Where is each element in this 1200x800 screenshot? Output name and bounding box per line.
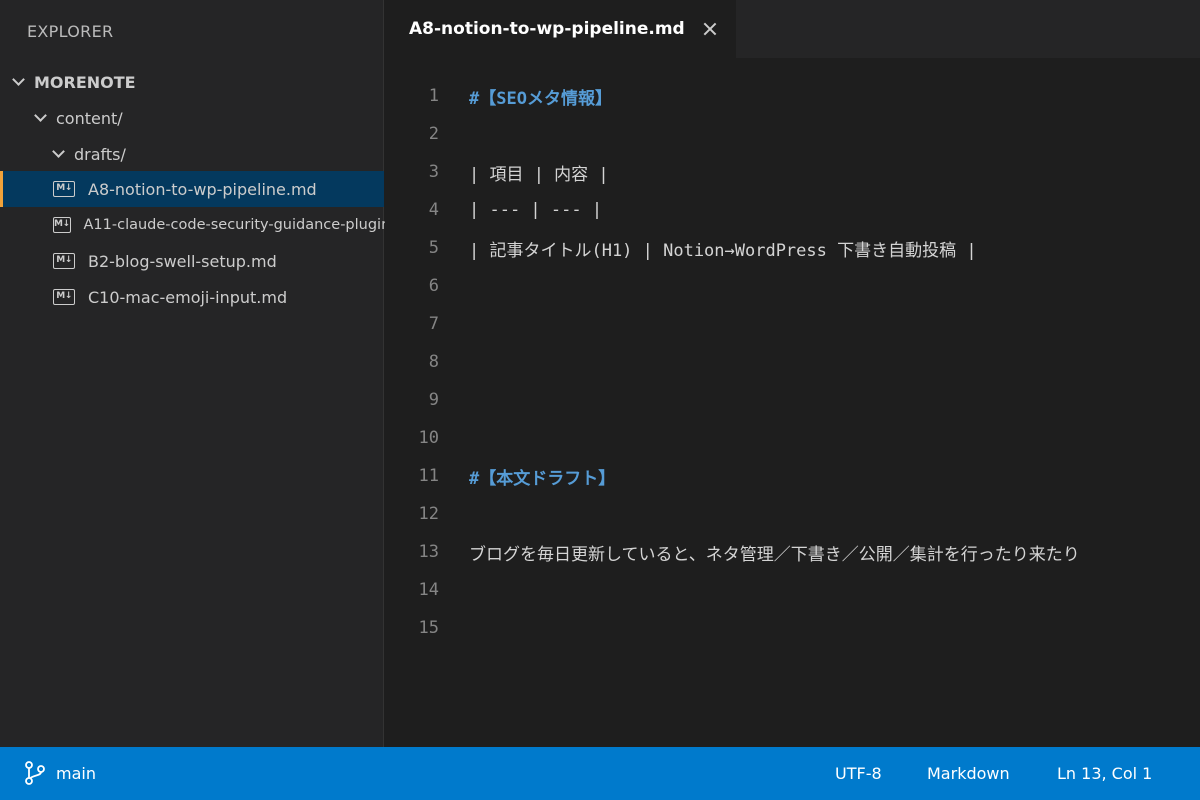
file-label: C10-mac-emoji-input.md [88,287,288,307]
line-number: 7 [428,314,439,334]
line-number: 12 [418,504,439,524]
branch-indicator[interactable]: main [24,760,96,786]
folder-label: drafts/ [74,144,126,164]
line-text: ブログを毎日更新していると、ネタ管理／下書き／公開／集計を行ったり来たり [469,544,1080,565]
line-text: #【本文ドラフト】 [469,468,616,489]
line-number: 6 [428,276,439,296]
editor-line[interactable]: 15 [385,609,1200,647]
line-number: 15 [418,618,439,638]
editor-line[interactable]: 10 [385,419,1200,457]
line-number: 11 [418,466,439,486]
line-text: | 項目 | 内容 | [469,164,609,185]
editor-line[interactable]: 4 | --- | --- | [385,191,1200,229]
line-number: 8 [428,352,439,372]
editor-line[interactable]: 13 ブログを毎日更新していると、ネタ管理／下書き／公開／集計を行ったり来たり [385,533,1200,571]
line-number: 13 [418,542,439,562]
tree-file-item[interactable]: M↓ A11-claude-code-security-guidance-plu… [0,207,418,243]
editor-tab-active[interactable]: A8-notion-to-wp-pipeline.md [385,0,737,58]
line-number: 14 [418,580,439,600]
line-text: | --- | --- | [469,200,603,220]
explorer-sidebar: EXPLORER MORENOTE content/ drafts/ M↓ A8… [0,0,418,747]
line-number: 10 [418,428,439,448]
line-number: 9 [428,390,439,410]
chevron-down-icon [50,145,68,163]
tree-file-item[interactable]: M↓ A8-notion-to-wp-pipeline.md [0,171,384,207]
editor-line[interactable]: 7 [385,305,1200,343]
file-label: A11-claude-code-security-guidance-plugin… [83,217,419,233]
file-label: A8-notion-to-wp-pipeline.md [88,179,317,199]
editor-line[interactable]: 6 [385,267,1200,305]
tree-file-item[interactable]: M↓ B2-blog-swell-setup.md [0,243,384,279]
markdown-file-icon: M↓ [53,253,75,269]
line-text: | 記事タイトル(H1) | Notion→WordPress 下書き自動投稿 … [469,240,977,261]
language-mode[interactable]: Markdown [927,764,1010,783]
encoding-indicator[interactable]: UTF-8 [835,764,882,783]
editor-line[interactable]: 14 [385,571,1200,609]
editor-line[interactable]: 1 #【SEOメタ情報】 [385,77,1200,115]
line-number: 1 [428,86,439,106]
line-number: 4 [428,200,439,220]
editor-pane[interactable]: 1 #【SEOメタ情報】 2 3 | 項目 | 内容 | 4 | --- | --- … [385,58,1200,747]
tab-bar: A8-notion-to-wp-pipeline.md [385,0,1200,58]
editor-line[interactable]: 11 #【本文ドラフト】 [385,457,1200,495]
chevron-down-icon [10,73,28,91]
markdown-file-icon: M↓ [53,217,71,233]
close-icon[interactable] [700,19,720,39]
editor-line[interactable]: 8 [385,343,1200,381]
editor-line[interactable]: 2 [385,115,1200,153]
branch-label: main [56,763,96,783]
tree-root-folder[interactable]: MORENOTE [0,64,384,100]
root-folder-label: MORENOTE [34,72,136,92]
chevron-down-icon [32,109,50,127]
tab-label: A8-notion-to-wp-pipeline.md [409,19,685,39]
explorer-title: EXPLORER [27,22,114,41]
tree-file-item[interactable]: M↓ C10-mac-emoji-input.md [0,279,384,315]
line-text: #【SEOメタ情報】 [469,88,612,109]
editor-line[interactable]: 12 [385,495,1200,533]
line-number: 3 [428,162,439,182]
markdown-file-icon: M↓ [53,289,75,305]
tree-folder-drafts[interactable]: drafts/ [0,136,384,172]
file-label: B2-blog-swell-setup.md [88,251,277,271]
editor-line[interactable]: 9 [385,381,1200,419]
cursor-position[interactable]: Ln 13, Col 1 [1057,764,1152,783]
status-bar: main UTF-8 Markdown Ln 13, Col 1 [0,747,1200,800]
line-number: 2 [428,124,439,144]
tree-folder-content[interactable]: content/ [0,100,384,136]
line-number: 5 [428,238,439,258]
editor-line[interactable]: 3 | 項目 | 内容 | [385,153,1200,191]
markdown-file-icon: M↓ [53,181,75,197]
git-branch-icon [25,761,45,785]
editor-line[interactable]: 5 | 記事タイトル(H1) | Notion→WordPress 下書き自動投稿… [385,229,1200,267]
folder-label: content/ [56,108,123,128]
